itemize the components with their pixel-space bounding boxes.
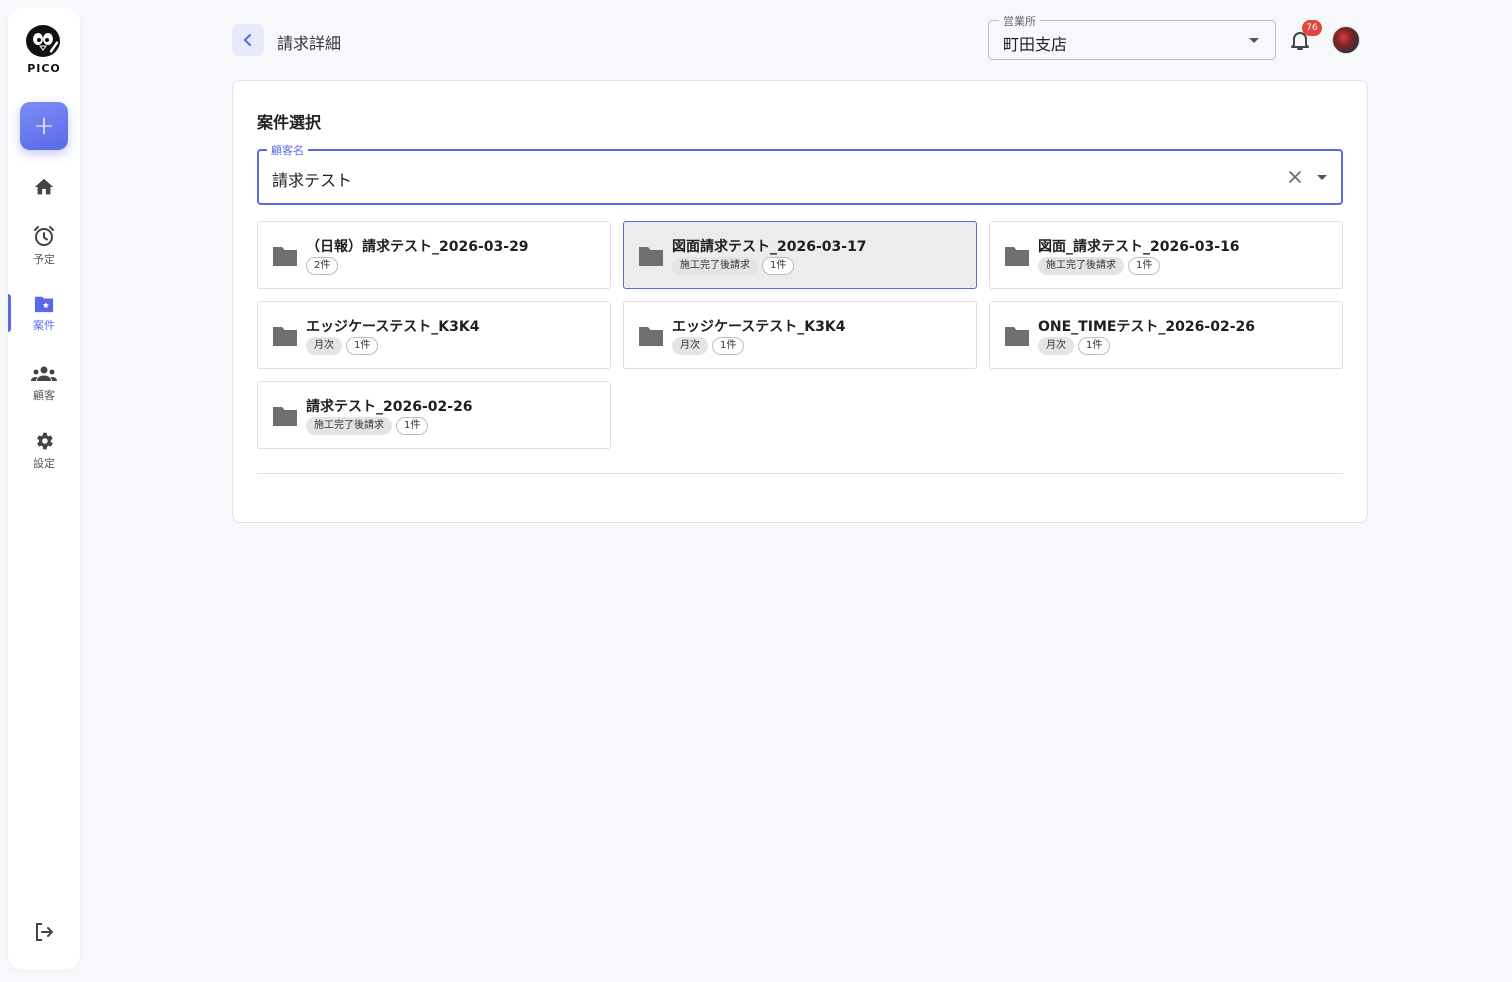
notification-badge: 76: [1302, 20, 1322, 36]
billing-type-badge: 施工完了後請求: [1038, 257, 1124, 275]
billing-type-badge: 月次: [672, 337, 708, 355]
logout-button[interactable]: [32, 920, 56, 944]
project-card[interactable]: エッジケーステスト_K3K4 月次 1件: [623, 301, 977, 369]
project-name: 図面請求テスト_2026-03-17: [672, 239, 867, 255]
folder-icon: [639, 327, 663, 346]
folder-star-icon: [34, 296, 54, 313]
project-name: （日報）請求テスト_2026-03-29: [306, 239, 529, 255]
close-icon[interactable]: [1287, 169, 1303, 185]
sidebar-item-customers[interactable]: 顧客: [8, 364, 80, 403]
folder-icon: [273, 247, 297, 266]
count-badge: 1件: [1078, 337, 1111, 355]
customer-name-field[interactable]: 顧客名 請求テスト: [257, 142, 1343, 205]
branch-select-label: 営業所: [999, 13, 1040, 29]
gear-icon: [37, 432, 53, 450]
sidebar-item-settings[interactable]: 設定: [8, 430, 80, 471]
project-card[interactable]: 図面_請求テスト_2026-03-16 施工完了後請求 1件: [989, 221, 1343, 289]
count-badge: 2件: [306, 257, 339, 275]
billing-type-badge: 月次: [1038, 337, 1074, 355]
billing-type-badge: 施工完了後請求: [306, 417, 392, 435]
folder-icon: [1005, 327, 1029, 346]
billing-type-badge: 月次: [306, 337, 342, 355]
sidebar: PICO + 予定 案件 顧客 設定: [8, 8, 80, 970]
sidebar-item-home[interactable]: [8, 176, 80, 198]
sidebar-item-projects[interactable]: 案件: [8, 294, 80, 333]
count-badge: 1件: [396, 417, 429, 435]
project-card[interactable]: 請求テスト_2026-02-26 施工完了後請求 1件: [257, 381, 611, 449]
count-badge: 1件: [712, 337, 745, 355]
count-badge: 1件: [1128, 257, 1161, 275]
sidebar-item-schedule[interactable]: 予定: [8, 224, 80, 267]
folder-icon: [639, 247, 663, 266]
plus-icon: +: [33, 111, 55, 141]
project-card[interactable]: 図面請求テスト_2026-03-17 施工完了後請求 1件: [623, 221, 977, 289]
project-name: 請求テスト_2026-02-26: [306, 399, 473, 415]
home-icon: [34, 178, 54, 195]
folder-icon: [273, 407, 297, 426]
count-badge: 1件: [346, 337, 379, 355]
project-card[interactable]: （日報）請求テスト_2026-03-29 2件: [257, 221, 611, 289]
logout-icon: [36, 923, 54, 941]
billing-type-badge: 施工完了後請求: [672, 257, 758, 275]
folder-icon: [1005, 247, 1029, 266]
avatar[interactable]: [1332, 26, 1360, 54]
branch-select-value: 町田支店: [1003, 35, 1068, 54]
project-name: ONE_TIMEテスト_2026-02-26: [1038, 319, 1255, 335]
project-selection-card: 案件選択 顧客名 請求テスト （日報）請求テスト_2026-03-29 2件 図…: [232, 80, 1368, 523]
count-badge: 1件: [762, 257, 795, 275]
project-name: 図面_請求テスト_2026-03-16: [1038, 239, 1240, 255]
back-button[interactable]: [232, 24, 264, 56]
folder-icon: [273, 327, 297, 346]
sidebar-item-label: 予定: [33, 253, 55, 266]
dropdown-arrow-icon: [1249, 38, 1259, 43]
project-name: エッジケーステスト_K3K4: [306, 319, 480, 335]
project-card[interactable]: エッジケーステスト_K3K4 月次 1件: [257, 301, 611, 369]
dropdown-arrow-icon[interactable]: [1317, 175, 1327, 180]
divider: [257, 473, 1343, 474]
branch-select[interactable]: 営業所 町田支店: [988, 13, 1276, 60]
sidebar-item-label: 案件: [33, 319, 55, 332]
sidebar-item-label: 設定: [33, 457, 55, 470]
customer-name-label: 顧客名: [267, 142, 308, 158]
penguin-logo-icon: [26, 25, 61, 57]
project-card[interactable]: ONE_TIMEテスト_2026-02-26 月次 1件: [989, 301, 1343, 369]
group-icon: [31, 366, 57, 381]
add-button[interactable]: +: [20, 102, 68, 150]
section-title: 案件選択: [257, 113, 322, 132]
customer-name-value: 請求テスト: [272, 171, 353, 190]
page-title: 請求詳細: [277, 34, 342, 53]
logo-text: PICO: [27, 62, 61, 75]
sidebar-item-label: 顧客: [33, 389, 55, 402]
alarm-clock-icon: [34, 226, 54, 246]
chevron-left-icon: [243, 34, 251, 46]
pico-logo[interactable]: PICO: [22, 22, 66, 92]
project-name: エッジケーステスト_K3K4: [672, 319, 846, 335]
